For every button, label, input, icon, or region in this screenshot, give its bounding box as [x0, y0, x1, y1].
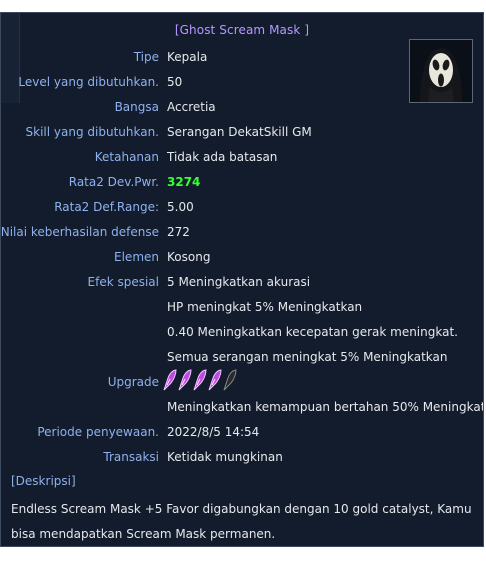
stat-label: Bangsa: [114, 100, 159, 114]
stat-row-defense-power: Rata2 Dev.Pwr. 3274: [1, 175, 483, 195]
stat-value: 50: [167, 75, 183, 89]
stat-label: Elemen: [114, 250, 159, 264]
stat-value: Kepala: [167, 50, 208, 64]
rental-label: Periode penyewaan.: [37, 425, 159, 439]
special-effects-row: 0.40 Meningkatkan kecepatan gerak mening…: [1, 325, 483, 345]
stat-row-defense-success: Nilai keberhasilan defense 272: [0, 225, 483, 245]
rental-value: 2022/8/5 14:54: [167, 425, 260, 439]
stat-value: Kosong: [167, 250, 211, 264]
stat-label: Level yang dibutuhkan.: [18, 75, 159, 89]
special-effects-row: Efek spesial 5 Meningkatkan akurasi: [1, 275, 483, 295]
upgrade-label: Upgrade: [107, 375, 159, 389]
item-tooltip: [Ghost Scream Mask ] Tipe Kepala Level y…: [0, 12, 484, 547]
stat-row-element: Elemen Kosong: [1, 250, 483, 270]
upgrade-gem-empty-icon: [223, 369, 237, 391]
upgrade-row: Upgrade: [1, 369, 483, 395]
upgrade-gem-filled-icon: [208, 369, 222, 391]
trade-label: Transaksi: [103, 450, 159, 464]
upgrade-gem-filled-icon: [193, 369, 207, 391]
special-effect-line: Semua serangan meningkat 5% Meningkatkan: [167, 350, 448, 364]
stat-row-race: Bangsa Accretia: [1, 100, 483, 120]
stat-label: Skill yang dibutuhkan.: [25, 125, 159, 139]
upgrade-gem-filled-icon: [178, 369, 192, 391]
trade-row: Transaksi Ketidak mungkinan: [1, 450, 483, 470]
special-effect-line: 0.40 Meningkatkan kecepatan gerak mening…: [167, 325, 458, 339]
description-heading: [Deskripsi]: [11, 474, 76, 488]
upgrade-effect: Meningkatkan kemampuan bertahan 50% Meni…: [167, 400, 484, 414]
upgrade-gem-slots: [163, 369, 237, 391]
stat-value: Tidak ada batasan: [167, 150, 278, 164]
item-title: [Ghost Scream Mask ]: [174, 23, 310, 37]
stat-row-durability: Ketahanan Tidak ada batasan: [1, 150, 483, 170]
stat-label: Rata2 Dev.Pwr.: [68, 175, 159, 189]
stat-value: Serangan DekatSkill GM: [167, 125, 312, 139]
stat-value: 5.00: [167, 200, 194, 214]
stat-label: Rata2 Def.Range:: [54, 200, 159, 214]
stat-label: Tipe: [133, 50, 159, 64]
upgrade-gem-filled-icon: [163, 369, 177, 391]
special-effect-line: 5 Meningkatkan akurasi: [167, 275, 311, 289]
stat-row-type: Tipe Kepala: [1, 50, 483, 70]
special-effects-row: Semua serangan meningkat 5% Meningkatkan: [1, 350, 483, 370]
special-effects-label: Efek spesial: [87, 275, 159, 289]
stat-value: 272: [167, 225, 190, 239]
special-effects-row: HP meningkat 5% Meningkatkan: [1, 300, 483, 320]
stat-label: Ketahanan: [94, 150, 159, 164]
stat-row-level: Level yang dibutuhkan. 50: [1, 75, 483, 95]
stat-row-skill: Skill yang dibutuhkan. Serangan DekatSki…: [1, 125, 483, 145]
rental-row: Periode penyewaan. 2022/8/5 14:54: [1, 425, 483, 445]
special-effect-line: HP meningkat 5% Meningkatkan: [167, 300, 363, 314]
stat-row-defense-range: Rata2 Def.Range: 5.00: [1, 200, 483, 220]
stat-label: Nilai keberhasilan defense: [0, 225, 159, 239]
upgrade-effect-row: Meningkatkan kemampuan bertahan 50% Meni…: [1, 400, 484, 420]
trade-value: Ketidak mungkinan: [167, 450, 283, 464]
stat-value-highlight: 3274: [167, 175, 201, 189]
stat-value: Accretia: [167, 100, 216, 114]
description-text: Endless Scream Mask +5 Favor digabungkan…: [11, 502, 472, 541]
